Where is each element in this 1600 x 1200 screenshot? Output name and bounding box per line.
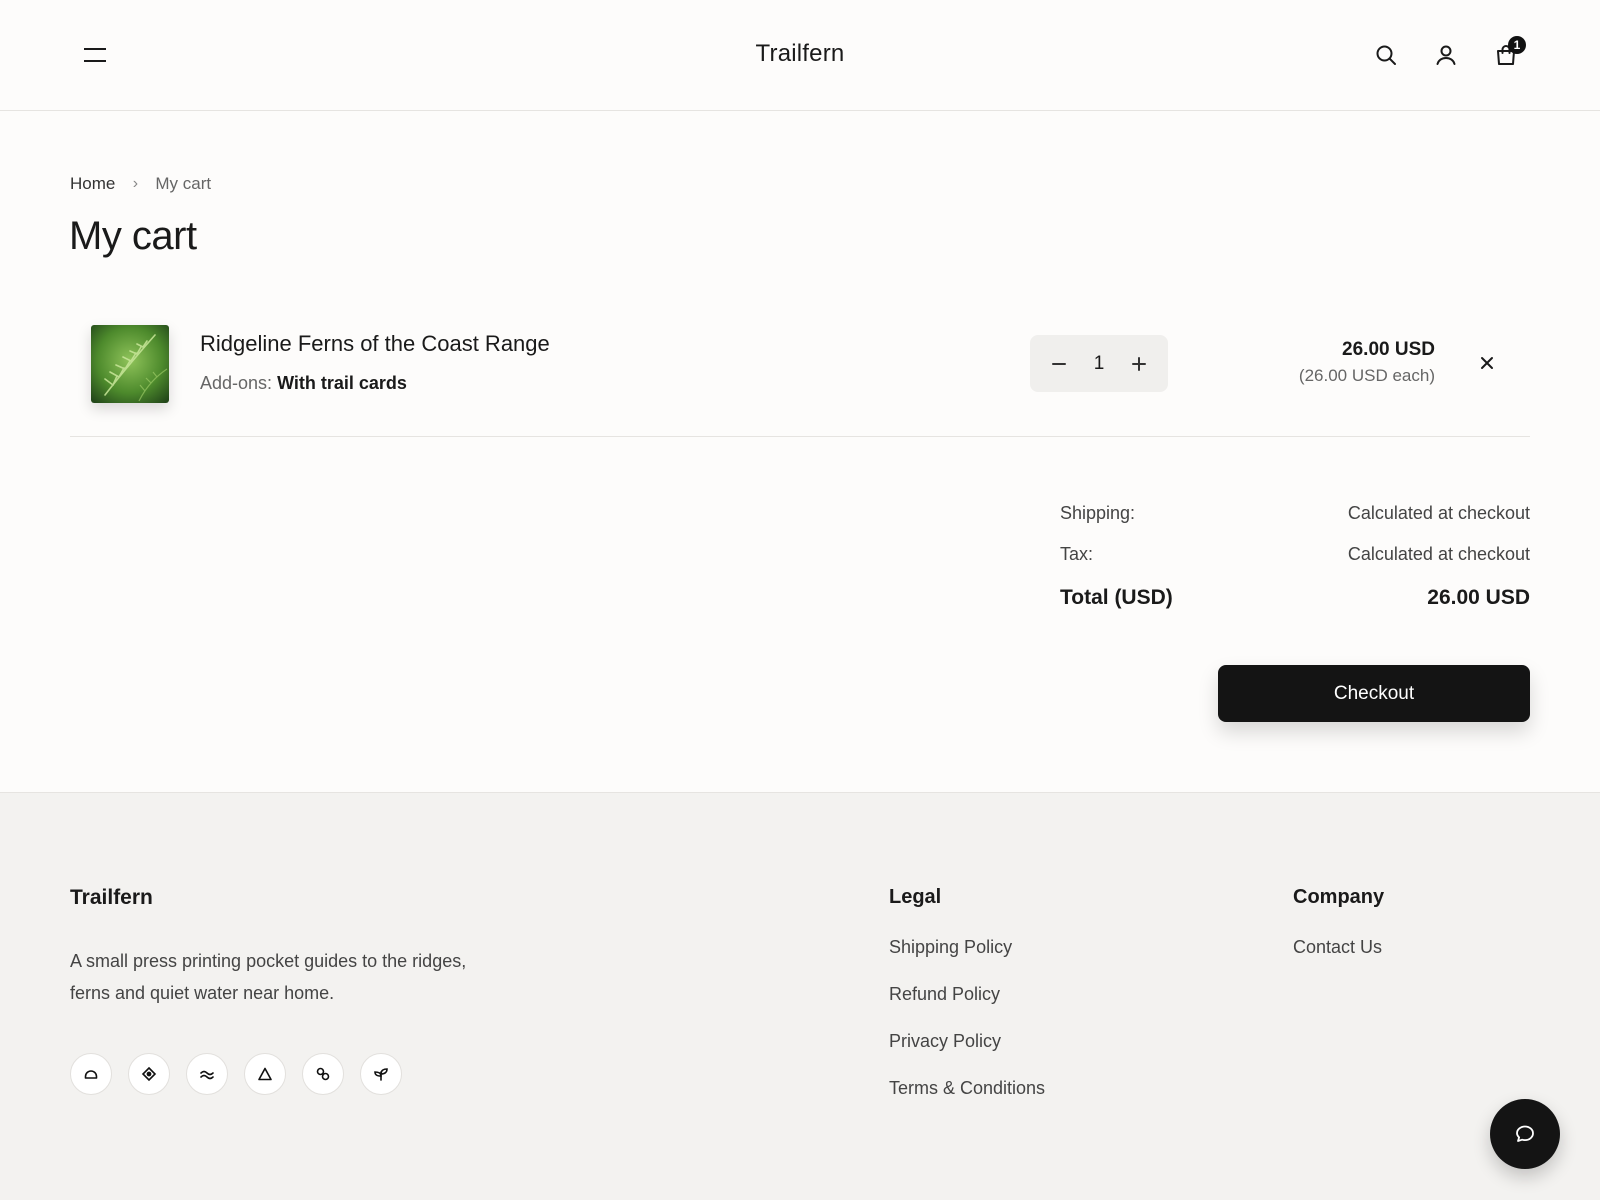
- footer-company-column: Company Contact Us: [1293, 886, 1384, 984]
- shipping-label: Shipping:: [1060, 503, 1136, 523]
- close-icon: [1481, 357, 1493, 369]
- breadcrumb: Home › My cart: [70, 174, 211, 194]
- account-icon[interactable]: [1429, 38, 1463, 72]
- footer-description: A small press printing pocket guides to …: [70, 951, 467, 1003]
- footer-legal-column: Legal Shipping Policy Refund Policy Priv…: [889, 886, 1045, 1125]
- company-heading: Company: [1293, 886, 1385, 908]
- tax-label: Tax:: [1060, 544, 1094, 564]
- footer-brand: Trailfern: [70, 886, 153, 909]
- legal-heading: Legal: [889, 886, 942, 908]
- quantity-input[interactable]: [1079, 352, 1119, 375]
- refund-policy-link[interactable]: Refund Policy: [889, 984, 1045, 1005]
- plus-icon: [1132, 356, 1146, 371]
- cart-icon[interactable]: 1: [1489, 36, 1526, 72]
- chevron-right-icon: ›: [132, 175, 139, 192]
- privacy-policy-link[interactable]: Privacy Policy: [889, 1031, 1045, 1052]
- divider: [70, 436, 1530, 437]
- site-footer: Trailfern A small press printing pocket …: [0, 792, 1600, 1200]
- addons-label: Add-ons:: [200, 373, 273, 393]
- minus-icon: [1052, 362, 1066, 365]
- brand-link[interactable]: Trailfern: [756, 40, 845, 67]
- unit-price: (26.00 USD each): [1298, 366, 1435, 385]
- wave-icon[interactable]: [186, 1053, 228, 1095]
- contact-us-link[interactable]: Contact Us: [1293, 937, 1384, 958]
- chat-icon[interactable]: [1490, 1099, 1560, 1169]
- product-addons: Add-ons: With trail cards: [200, 373, 407, 394]
- tax-value: Calculated at checkout: [1347, 544, 1530, 564]
- shipping-row: Shipping: Calculated at checkout: [1060, 503, 1530, 524]
- dome-icon[interactable]: [70, 1053, 112, 1095]
- line-total-price: 26.00 USD: [1342, 339, 1435, 360]
- social-links: [70, 1053, 402, 1095]
- triangle-icon[interactable]: [244, 1053, 286, 1095]
- total-row: Total (USD) 26.00 USD: [1060, 586, 1530, 610]
- terms-conditions-link[interactable]: Terms & Conditions: [889, 1078, 1045, 1099]
- total-value: 26.00 USD: [1427, 586, 1530, 609]
- addons-value: With trail cards: [277, 373, 407, 393]
- product-name-link[interactable]: Ridgeline Ferns of the Coast Range: [200, 331, 550, 357]
- checkout-button[interactable]: Checkout: [1218, 665, 1530, 722]
- shipping-value: Calculated at checkout: [1347, 503, 1530, 523]
- cart-count-badge: 1: [1508, 36, 1526, 54]
- total-label: Total (USD): [1060, 586, 1173, 609]
- site-brand: Trailfern: [0, 40, 1600, 68]
- quantity-stepper: [1030, 335, 1168, 392]
- page-title: My cart: [69, 214, 197, 258]
- links-icon[interactable]: [302, 1053, 344, 1095]
- tax-row: Tax: Calculated at checkout: [1060, 544, 1530, 565]
- breadcrumb-current: My cart: [155, 174, 212, 193]
- increase-quantity-button[interactable]: [1124, 349, 1154, 379]
- decrease-quantity-button[interactable]: [1044, 349, 1074, 379]
- breadcrumb-home-link[interactable]: Home: [70, 174, 115, 194]
- site-header: Trailfern 1: [0, 0, 1600, 111]
- search-icon[interactable]: [1369, 38, 1403, 72]
- shipping-policy-link[interactable]: Shipping Policy: [889, 937, 1045, 958]
- remove-item-button[interactable]: [1474, 350, 1500, 376]
- product-thumbnail[interactable]: [91, 325, 169, 403]
- diamond-icon[interactable]: [128, 1053, 170, 1095]
- sprout-icon[interactable]: [360, 1053, 402, 1095]
